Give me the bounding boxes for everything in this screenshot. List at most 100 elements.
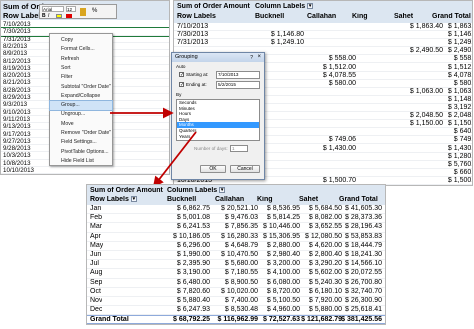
left-date-cell[interactable]: 9/28/2013	[3, 145, 31, 152]
top_right-row: 7/31/2013 $ 1,249.10 $ 1,249.10	[174, 39, 473, 48]
left-date-cell[interactable]: 8/20/2013	[3, 72, 31, 79]
top_right-value-cell: $ 749.06	[453, 136, 472, 144]
left-date-cell[interactable]: 9/3/2013	[3, 101, 27, 108]
context-menu-item[interactable]: Hide Field List	[50, 157, 112, 166]
bottom-value-cell: $ 116,962.99	[217, 316, 259, 324]
left-date-cell[interactable]: 8/9/2013	[3, 50, 27, 57]
bottom-value-cell: $ 25,618.41	[345, 306, 382, 314]
bottom-value-cell: $ 6,296.00	[176, 241, 210, 249]
context-menu-item[interactable]: Group...	[49, 100, 113, 112]
left-date-cell[interactable]: 8/21/2013	[3, 79, 31, 86]
top_right-value-cell: $ 558.00	[328, 55, 356, 63]
auto-label: Auto	[176, 64, 186, 69]
left-date-cell[interactable]: 7/30/2013	[3, 28, 31, 35]
left-pivot-sheet: Sum of Order Row Labels 7/10/2013 7/30/20…	[0, 0, 170, 175]
row-filter-icon[interactable]: ▾	[130, 196, 137, 203]
bottom-value-cell: $ 4,648.79	[224, 241, 258, 249]
top_right-value-cell: $ 580.00	[453, 79, 472, 87]
left-date-cell[interactable]: 8/19/2013	[3, 65, 31, 72]
format-painter-icon[interactable]	[80, 8, 86, 16]
bold-button[interactable]: B	[42, 13, 46, 19]
starting-at-label: Starting at:	[186, 72, 209, 77]
left-date-cell[interactable]: 8/28/2013	[3, 87, 31, 94]
cancel-button[interactable]: Cancel	[230, 165, 260, 173]
context-menu-item[interactable]: Format Cells...	[50, 45, 112, 54]
left-date-cell[interactable]: 9/13/2013	[3, 123, 31, 130]
fill-color-icon[interactable]	[56, 14, 62, 18]
monthly-pivot-row-labels[interactable]: Row Labels ▾	[90, 196, 137, 203]
left-date-cell[interactable]: 9/17/2013	[3, 131, 31, 138]
column-filter-icon[interactable]: ▾	[307, 3, 314, 10]
top_right-value-cell: $ 1,148.00	[447, 95, 473, 103]
context-menu-item[interactable]: Field Settings...	[50, 138, 112, 147]
number-of-days-input[interactable]: 1	[230, 145, 248, 152]
starting-at-input[interactable]: 7/10/2013	[216, 71, 260, 79]
left-date-cell[interactable]: 9/27/2013	[3, 138, 31, 145]
bottom-value-cell: $ 8,900.50	[224, 278, 258, 286]
context-menu[interactable]: Copy Format Cells... Refresh Sort Filter Subt…	[49, 33, 113, 166]
font-size-box[interactable]: 12	[66, 6, 76, 12]
context-menu-item[interactable]: Subtotal "Order Date"	[50, 83, 112, 92]
bottom-value-cell: $ 2,395.90	[176, 260, 210, 268]
monthly-column-filter-icon[interactable]: ▾	[219, 187, 226, 194]
left-date-cell[interactable]: 8/29/2013	[3, 94, 31, 101]
starting-at-checkbox[interactable]: ✓	[179, 72, 184, 78]
top_right-value-cell: $ 1,249.10	[447, 39, 473, 47]
font-color-icon[interactable]	[66, 14, 72, 18]
left-date-cell[interactable]: 7/10/2013	[3, 21, 31, 28]
left-date-cell[interactable]: 8/2/2013	[3, 43, 27, 50]
left-date-cell[interactable]: 10/10/2013	[3, 167, 34, 174]
bottom-row: Jun $ 1,990.00 $ 10,470.50 $ 2,980.40 $ 2,80…	[87, 251, 385, 261]
context-menu-item[interactable]: Remove "Order Date"	[50, 129, 112, 138]
close-icon[interactable]: ×	[257, 53, 261, 62]
bottom-row-label: Nov	[90, 297, 103, 304]
left-date-row[interactable]: 10/10/2013	[1, 167, 169, 174]
left-date-cell[interactable]: 10/8/2013	[3, 160, 31, 167]
left-date-cell[interactable]: 9/11/2013	[3, 116, 30, 123]
date-pivot-row-labels: Row Labels	[177, 13, 216, 20]
bottom-value-cell: $ 4,960.00	[266, 306, 300, 314]
left-date-row[interactable]: 7/10/2013	[1, 21, 169, 29]
top_right-value-cell: $ 1,430.00	[447, 144, 473, 152]
bottom-row-label: Apr	[90, 232, 101, 240]
percent-icon[interactable]: %	[92, 8, 97, 14]
bottom-value-cell: $ 3,190.00	[176, 269, 210, 277]
left-date-cell[interactable]: 10/3/2013	[3, 152, 31, 159]
mini-toolbar[interactable]: Arial 12 B I %	[39, 4, 117, 19]
bottom-row-label: Aug	[90, 269, 103, 277]
bottom-value-cell: $ 10,020.00	[221, 287, 258, 295]
date-pivot-column-labels[interactable]: Column Labels ▾	[255, 3, 314, 10]
context-menu-item[interactable]: Refresh	[50, 55, 112, 64]
grouping-option[interactable]: Years	[177, 134, 259, 140]
bottom-col-header: Bucknell	[167, 196, 197, 203]
left-date-cell[interactable]: 9/10/2013	[3, 109, 31, 116]
bottom-value-cell: $ 16,280.33	[221, 232, 258, 240]
bottom-value-cell: $ 8,720.00	[266, 287, 300, 295]
grouping-dialog-titlebar[interactable]: Grouping ? ×	[172, 53, 264, 62]
context-menu-item[interactable]: Sort	[50, 64, 112, 73]
context-menu-item[interactable]: Ungroup...	[50, 110, 112, 119]
top_right-value-cell: $ 749.06	[328, 136, 356, 144]
left-date-cell[interactable]: 7/31/2013	[3, 36, 31, 43]
ending-at-input[interactable]: 5/2/2015	[216, 81, 260, 89]
top_right-row: 7/10/2013$ 1,863.40$ 1,863.40	[174, 23, 472, 32]
bottom-row: Oct $ 7,820.60 $ 10,020.00 $ 8,720.00 $ 6,18…	[87, 288, 385, 297]
bottom-value-cell: $ 6,480.00	[176, 278, 210, 286]
context-menu-item[interactable]: Copy	[50, 36, 112, 45]
bottom-value-cell: $ 10,446.00	[263, 223, 300, 231]
top_right-value-cell: $ 1,500.70	[322, 176, 356, 184]
context-menu-item[interactable]: Expand/Collapse	[50, 92, 112, 101]
italic-button[interactable]: I	[48, 13, 49, 19]
bottom-value-cell: $ 7,856.35	[224, 223, 258, 231]
context-menu-item[interactable]: Move	[50, 120, 112, 129]
context-menu-item[interactable]: PivotTable Options...	[50, 148, 112, 157]
grouping-dialog[interactable]: Grouping ? × Auto ✓ Starting at: 7/10/20…	[171, 52, 265, 180]
grouping-by-list[interactable]: Seconds Minutes Hours Days Months Quarters Yea…	[176, 99, 260, 141]
font-name-box[interactable]: Arial	[42, 6, 64, 12]
monthly-pivot-column-labels[interactable]: Column Labels ▾	[167, 187, 226, 194]
ok-button[interactable]: OK	[200, 165, 226, 173]
left-date-cell[interactable]: 8/12/2013	[3, 58, 31, 65]
ending-at-checkbox[interactable]: ✓	[179, 82, 184, 88]
context-menu-item[interactable]: Filter	[50, 73, 112, 82]
help-icon[interactable]: ?	[250, 54, 253, 63]
